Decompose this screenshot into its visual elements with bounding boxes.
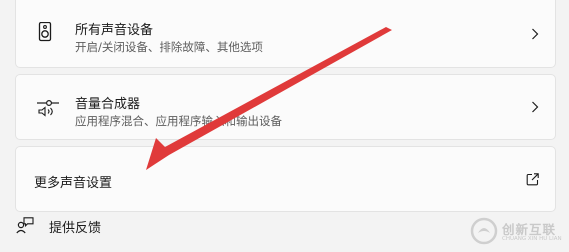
watermark: 创新互联 CHUANG XIN HU LIAN xyxy=(470,216,566,246)
annotation-arrow-icon xyxy=(146,27,392,170)
watermark-logo-icon xyxy=(470,217,498,245)
watermark-subtitle: CHUANG XIN HU LIAN xyxy=(502,236,562,242)
